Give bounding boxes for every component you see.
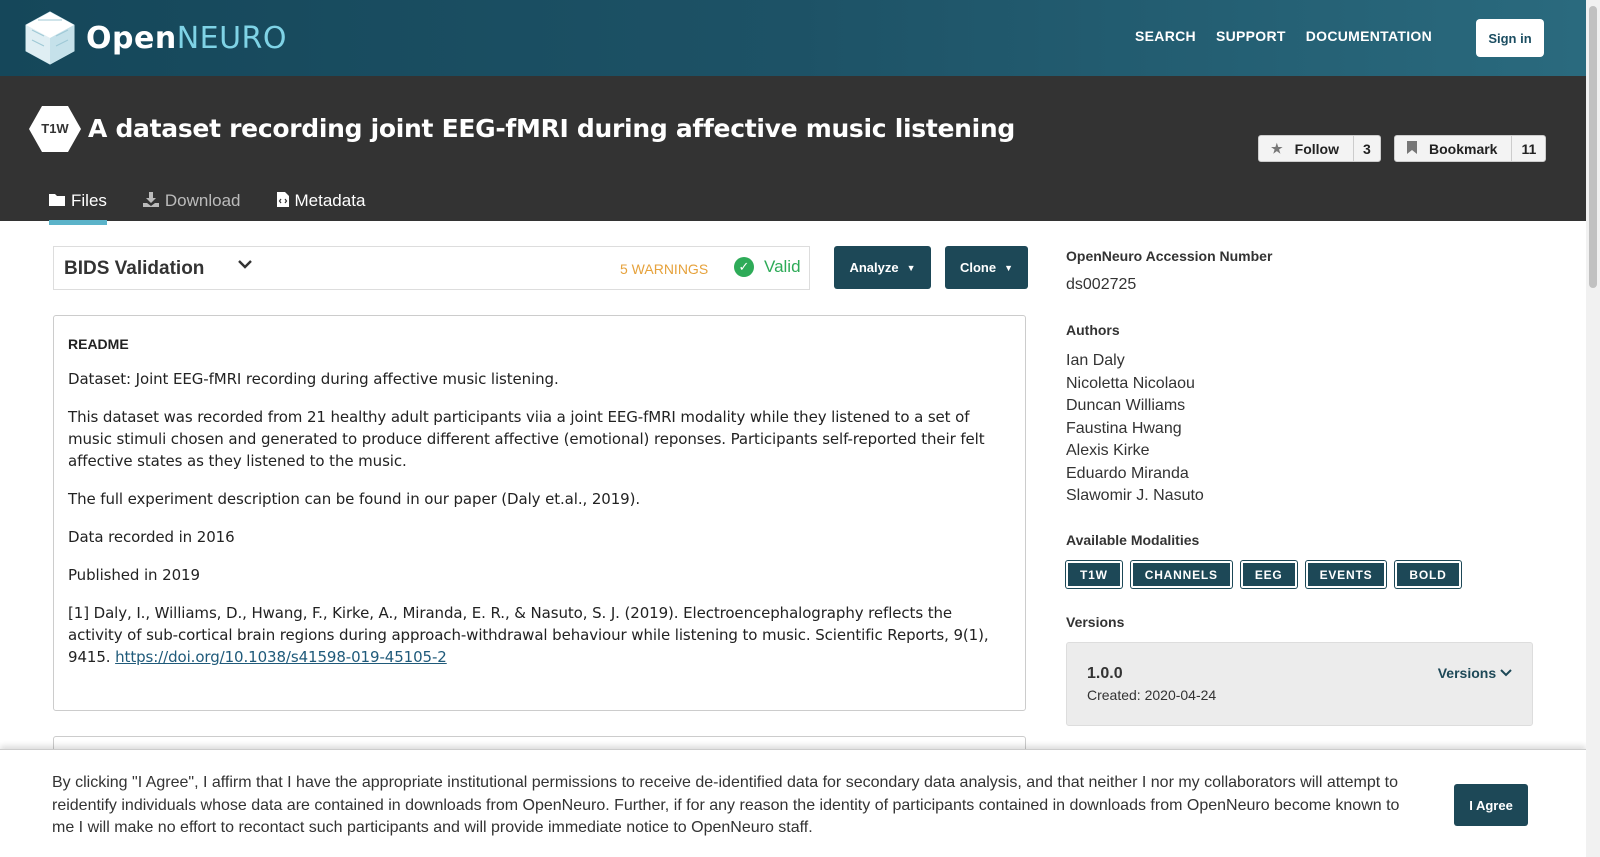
analyze-label: Analyze xyxy=(849,260,899,275)
versions-dropdown[interactable]: Versions xyxy=(1438,665,1512,681)
tab-download[interactable]: Download xyxy=(142,184,241,218)
readme-paragraph: The full experiment description can be f… xyxy=(68,490,641,508)
clone-label: Clone xyxy=(959,260,997,275)
chevron-down-icon[interactable] xyxy=(237,256,253,277)
valid-status: ✓ Valid xyxy=(734,257,801,277)
dataset-title: A dataset recording joint EEG-fMRI durin… xyxy=(88,114,1015,143)
versions-label: Versions xyxy=(1066,614,1125,630)
valid-status-label: Valid xyxy=(764,257,801,276)
nav-link-support[interactable]: SUPPORT xyxy=(1216,28,1286,44)
author-name: Ian Daly xyxy=(1066,352,1125,369)
authors-list: Ian Daly Nicoletta Nicolaou Duncan Willi… xyxy=(1066,350,1204,508)
hex-badge-label: T1W xyxy=(41,121,69,136)
tab-download-label: Download xyxy=(164,191,241,210)
bids-validation-panel[interactable]: BIDS Validation 5 WARNINGS ✓ Valid xyxy=(53,246,810,290)
modality-badge[interactable]: EEG xyxy=(1240,561,1297,588)
nav-links: SEARCH SUPPORT DOCUMENTATION xyxy=(1135,28,1432,44)
modalities-list: T1W CHANNELS EEG EVENTS BOLD xyxy=(1066,561,1461,588)
author-name: Duncan Williams xyxy=(1066,397,1186,414)
author-name: Alexis Kirke xyxy=(1066,442,1150,459)
version-card: 1.0.0 Created: 2020-04-24 Versions xyxy=(1066,642,1533,726)
consent-text: By clicking "I Agree", I affirm that I h… xyxy=(52,774,1400,836)
caret-down-icon: ▼ xyxy=(1004,262,1014,273)
readme-paragraph: This dataset was recorded from 21 health… xyxy=(68,408,985,470)
modality-badge[interactable]: T1W xyxy=(1066,561,1122,588)
modality-hex-badge: T1W xyxy=(29,106,81,152)
dataset-tabs: Files Download Metadata xyxy=(49,184,401,225)
chevron-down-icon xyxy=(1500,665,1512,681)
openneuro-logo[interactable]: OpenNEURO xyxy=(24,10,287,66)
readme-panel: README Dataset: Joint EEG-fMRI recording… xyxy=(53,315,1026,711)
version-created-date: Created: 2020-04-24 xyxy=(1087,687,1217,703)
follow-button-group: ★ Follow 3 xyxy=(1258,135,1381,162)
readme-citation: [1] Daly, I., Williams, D., Hwang, F., K… xyxy=(68,602,1011,668)
modalities-label: Available Modalities xyxy=(1066,532,1200,548)
bookmark-count: 11 xyxy=(1521,140,1537,157)
author-name: Faustina Hwang xyxy=(1066,419,1182,437)
version-number: 1.0.0 xyxy=(1087,665,1123,682)
tab-files-label: Files xyxy=(71,191,107,210)
modality-badge[interactable]: BOLD xyxy=(1395,561,1461,588)
bids-validation-title: BIDS Validation xyxy=(64,258,205,279)
follow-count: 3 xyxy=(1362,140,1371,157)
versions-dropdown-label: Versions xyxy=(1437,665,1497,681)
authors-label: Authors xyxy=(1066,322,1120,338)
folder-icon xyxy=(49,193,65,209)
warnings-count[interactable]: 5 WARNINGS xyxy=(620,261,708,277)
modality-badge[interactable]: CHANNELS xyxy=(1130,561,1232,588)
page-scrollbar[interactable] xyxy=(1586,0,1600,857)
sign-in-button[interactable]: Sign in xyxy=(1476,19,1544,57)
readme-paragraph: Published in 2019 xyxy=(68,566,200,584)
bookmark-icon xyxy=(1407,140,1417,157)
doi-link[interactable]: https://doi.org/10.1038/s41598-019-45105… xyxy=(115,648,447,666)
readme-paragraph: Data recorded in 2016 xyxy=(68,528,235,546)
bookmark-button[interactable]: Bookmark xyxy=(1395,136,1513,161)
author-name: Nicoletta Nicolaou xyxy=(1066,374,1195,392)
i-agree-button[interactable]: I Agree xyxy=(1454,784,1528,826)
accession-label: OpenNeuro Accession Number xyxy=(1066,248,1273,264)
analyze-button[interactable]: Analyze ▼ xyxy=(834,246,931,289)
scrollbar-thumb[interactable] xyxy=(1589,6,1597,288)
author-name: Eduardo Miranda xyxy=(1066,464,1189,482)
bookmark-label: Bookmark xyxy=(1429,140,1498,157)
caret-down-icon: ▼ xyxy=(906,262,916,273)
logo-wordmark: OpenNEURO xyxy=(86,20,287,56)
nav-link-search[interactable]: SEARCH xyxy=(1135,28,1196,44)
bookmark-button-group: Bookmark 11 xyxy=(1394,135,1547,162)
logo-cube-icon xyxy=(25,11,75,65)
clone-button[interactable]: Clone ▼ xyxy=(945,246,1028,289)
accession-value: ds002725 xyxy=(1066,276,1137,293)
dataset-header: T1W A dataset recording joint EEG-fMRI d… xyxy=(0,76,1586,225)
tab-metadata[interactable]: Metadata xyxy=(276,184,366,218)
consent-banner: By clicking "I Agree", I affirm that I h… xyxy=(0,749,1586,857)
readme-heading: README xyxy=(68,336,129,352)
file-code-icon xyxy=(276,192,289,210)
tab-files[interactable]: Files xyxy=(49,184,107,225)
download-icon xyxy=(142,192,159,210)
modality-badge[interactable]: EVENTS xyxy=(1305,561,1387,588)
star-icon: ★ xyxy=(1271,140,1283,156)
nav-link-documentation[interactable]: DOCUMENTATION xyxy=(1306,28,1432,44)
check-circle-icon: ✓ xyxy=(734,257,754,277)
readme-paragraph: Dataset: Joint EEG-fMRI recording during… xyxy=(68,370,559,388)
author-name: Slawomir J. Nasuto xyxy=(1066,487,1204,504)
tab-metadata-label: Metadata xyxy=(294,191,366,210)
follow-label: Follow xyxy=(1294,140,1339,157)
follow-button[interactable]: ★ Follow xyxy=(1259,136,1354,161)
top-navbar: OpenNEURO SEARCH SUPPORT DOCUMENTATION S… xyxy=(0,0,1586,76)
